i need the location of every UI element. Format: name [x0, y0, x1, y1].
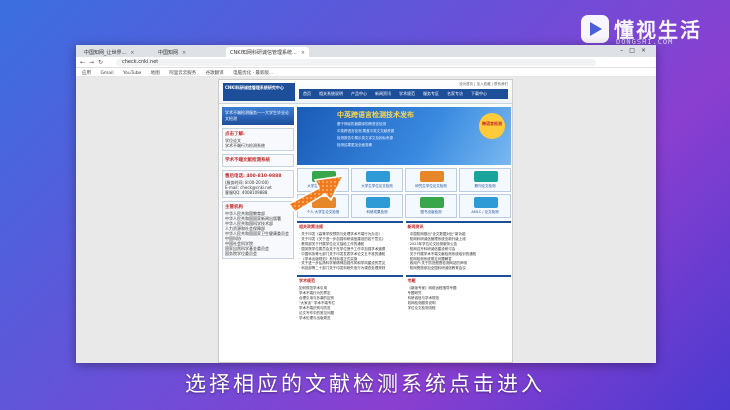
org-link[interactable]: 国务院学位委员会 [225, 251, 291, 256]
info-box[interactable]: 点击了解: 学位论文 学术不端行为检测系统 [222, 128, 294, 151]
news-link[interactable]: 学位论文检测流程 [408, 306, 510, 311]
menu-item[interactable]: 学术规范 [395, 89, 419, 99]
system-tile[interactable]: 期刊论文检测 [459, 168, 511, 192]
site-logo[interactable]: CNKI科研诚信管理系统研究中心 [223, 83, 295, 101]
cnki-site: CNKI科研诚信管理系统研究中心 设为首页 | 加入收藏 | 联系我们 首页 相关… [218, 79, 513, 363]
watermark: 懂视生活 DONGSHI.COM [580, 14, 720, 48]
window-controls[interactable]: –□× [620, 47, 652, 54]
news-row: 相关政策法规 · 关于印发《高等学校预防与处理学术不端行为办法》 · 关于印发《… [297, 221, 511, 322]
pointer-arrow-icon [287, 175, 345, 213]
browser-window: 中国知网_让世界... × 中国知网 × CNKI知网科研诚信管理系统... × –□… [76, 45, 656, 363]
main-column: 中英跨语言检测技术发布 基于神经机器翻译的跨语言检测 中英跨语言检测,覆盖中英文… [297, 107, 511, 322]
menu-item[interactable]: 下载中心 [467, 89, 491, 99]
left-column: 学术不端检测服务——大学生毕业论文检测 点击了解: 学位论文 学术不端行为检测系… [222, 107, 294, 262]
menu-item[interactable]: 首页 [299, 89, 315, 99]
news-link[interactable]: · 知网受邀参加全国科研诚信教育会议 [408, 266, 510, 271]
orgs-box: 主管机构 中华人民共和国教育部 中华人民共和国国家新闻出版署 中华人民共和国科学… [222, 201, 294, 259]
site-header: CNKI科研诚信管理系统研究中心 设为首页 | 加入收藏 | 联系我们 首页 相关… [219, 80, 512, 104]
news-link[interactable]: 学术伦理与出版规范 [299, 316, 401, 321]
play-logo-icon [581, 15, 609, 43]
main-menu: 首页 相关系统说明 产品中心 新闻资讯 学术规范 服务专区 名家专访 下载中心 [299, 89, 508, 99]
system-tile[interactable]: 研究生学位论文检测 [405, 168, 457, 192]
nav-buttons[interactable]: ←→↻ [80, 59, 107, 66]
menu-item[interactable]: 相关系统说明 [315, 89, 347, 99]
service-banner[interactable]: 学术不端检测服务——大学生毕业论文检测 [222, 107, 294, 125]
close-icon[interactable]: × [301, 50, 305, 56]
top-links[interactable]: 设为首页 | 加入收藏 | 联系我们 [459, 82, 508, 87]
bookmark-item[interactable]: 电脑优化 · 最新版... [233, 71, 273, 76]
detection-box[interactable]: 学术不端文献检测系统 [222, 154, 294, 167]
policy-section: 相关政策法规 · 关于印发《高等学校预防与处理学术不端行为办法》 · 关于印发《… [297, 221, 403, 322]
menu-item[interactable]: 服务专区 [419, 89, 443, 99]
address-bar: ←→↻ check.cnki.net [76, 57, 656, 68]
news-section: 新闻资讯 · 中国知网推出"全文数据对比"新功能 · 知网科研诚信管理系统全新升… [405, 221, 511, 322]
tab-cnki-home[interactable]: 中国知网_让世界... × [80, 47, 138, 57]
system-tile[interactable]: 图书出版检测 [405, 194, 457, 218]
news-link[interactable]: · 科技部等二十部门关于印发科研失信行为调查处理规则 [299, 266, 401, 271]
system-tile[interactable]: AMLC / 论文检测 [459, 194, 511, 218]
bookmarks-bar: 应用 Gmail YouTube 地图 阿里云云服务 谷歌翻译 电脑优化 · 最… [76, 68, 656, 77]
close-icon[interactable]: × [130, 50, 134, 56]
hero-banner[interactable]: 中英跨语言检测技术发布 基于神经机器翻译的跨语言检测 中英跨语言检测,覆盖中英文… [297, 107, 511, 165]
bookmark-item[interactable]: 阿里云云服务 [169, 71, 196, 76]
system-tile[interactable]: 科研成果检测 [351, 194, 403, 218]
bookmark-item[interactable]: 谷歌翻译 [206, 71, 224, 76]
contact-box: 售后电话: 400-810-9888 (服务时间: 8:00-20:00) E-… [222, 170, 294, 198]
tab-bar: 中国知网_让世界... × 中国知网 × CNKI知网科研诚信管理系统... × –□… [76, 45, 656, 57]
page-margin [516, 79, 656, 363]
bookmark-item[interactable]: Gmail [100, 71, 113, 76]
page-viewport: CNKI科研诚信管理系统研究中心 设为首页 | 加入收藏 | 联系我们 首页 相关… [76, 77, 656, 363]
system-tile[interactable]: 大学生学位论文检测 [351, 168, 403, 192]
hero-badge: 跨语言检测 [479, 113, 505, 139]
close-icon[interactable]: × [182, 50, 186, 56]
menu-item[interactable]: 名家专访 [443, 89, 467, 99]
menu-item[interactable]: 产品中心 [347, 89, 371, 99]
tab-cnki[interactable]: 中国知网 × [154, 47, 190, 57]
url-input[interactable]: check.cnki.net [116, 59, 596, 66]
bookmark-item[interactable]: YouTube [123, 71, 141, 76]
tab-check[interactable]: CNKI知网科研诚信管理系统... × [226, 47, 309, 57]
subtitle-caption: 选择相应的文献检测系统点击进入 [185, 372, 545, 396]
menu-item[interactable]: 新闻资讯 [371, 89, 395, 99]
bookmark-item[interactable]: 应用 [82, 71, 91, 76]
bookmark-item[interactable]: 地图 [151, 71, 160, 76]
